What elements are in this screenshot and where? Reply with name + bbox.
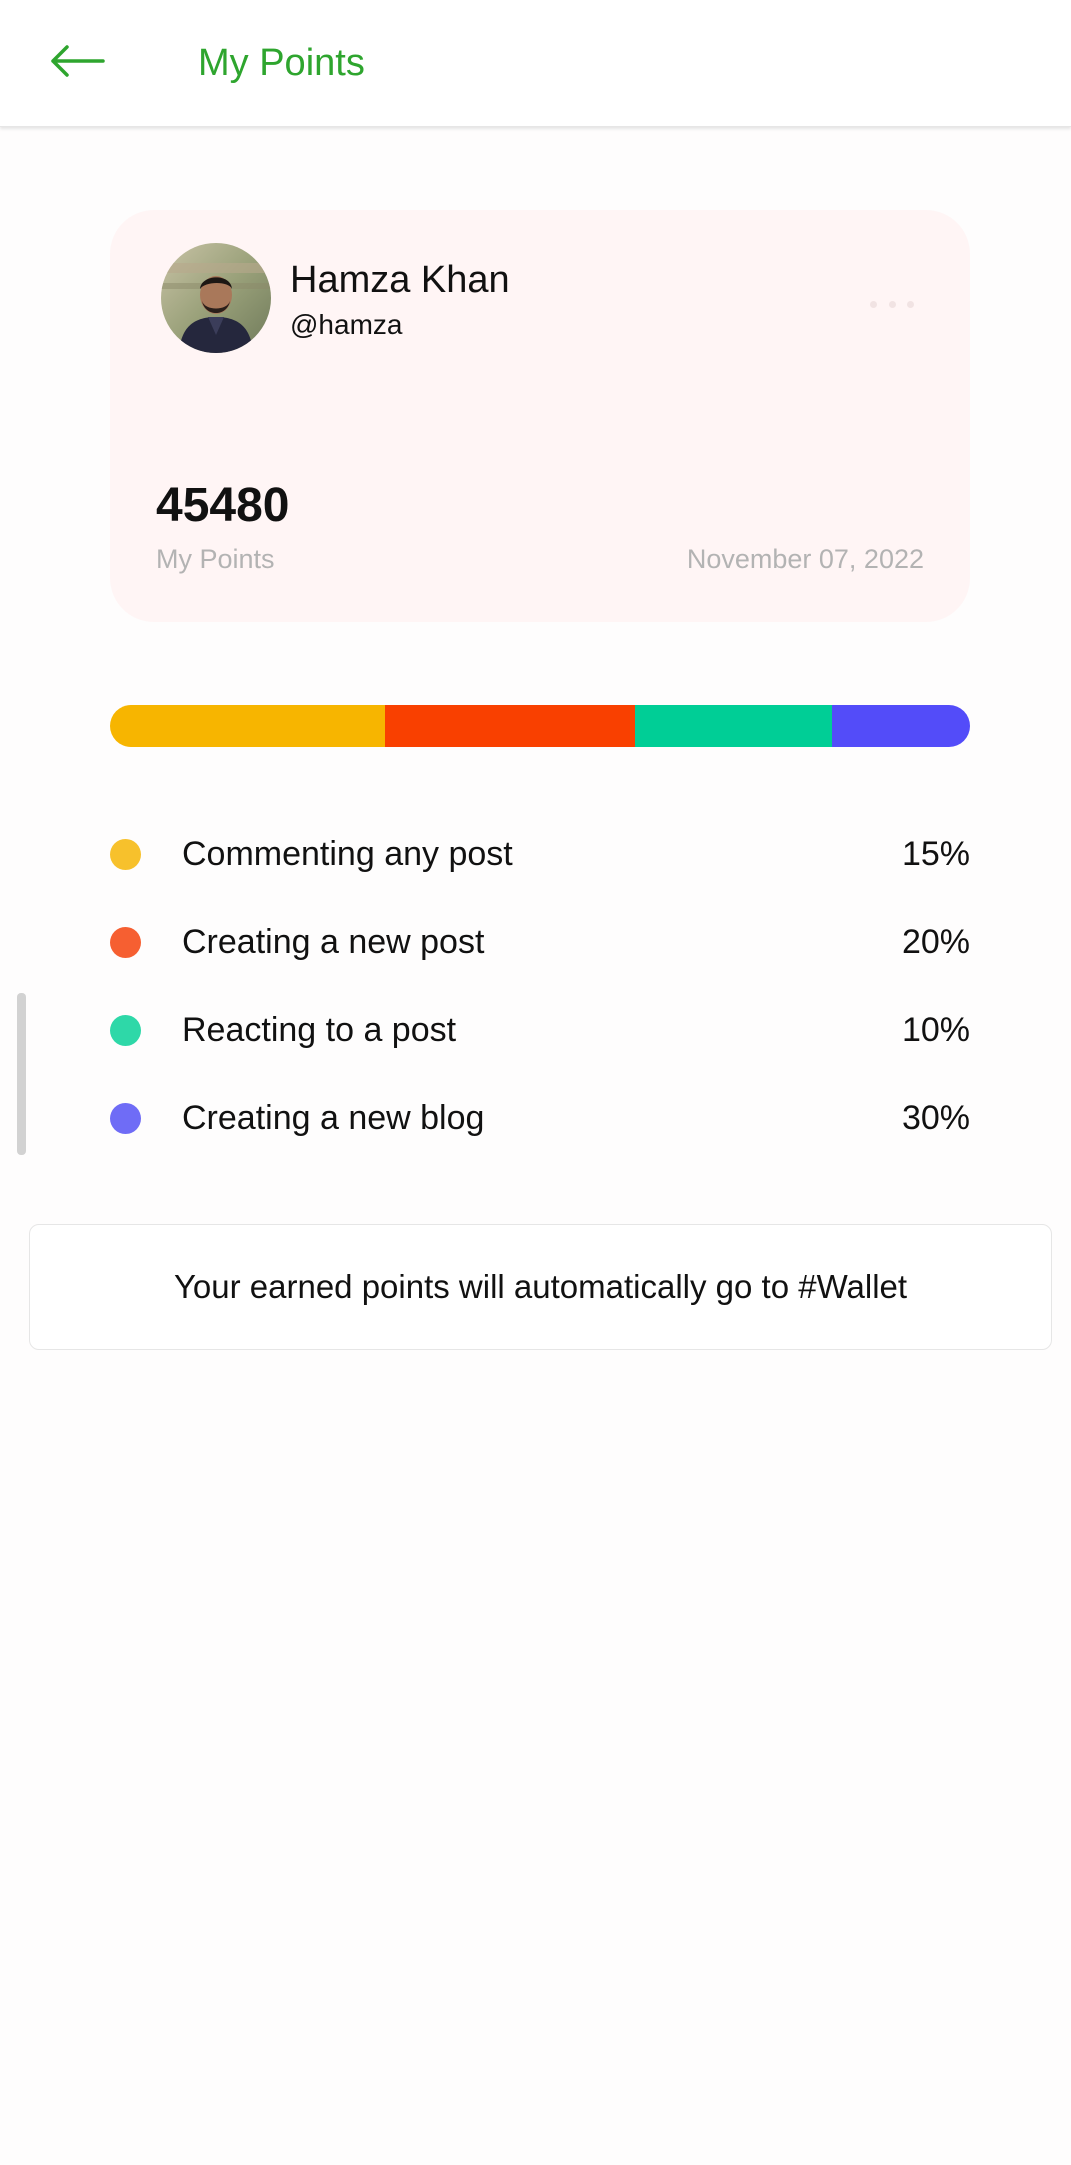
legend-percent: 20% <box>901 923 970 961</box>
progress-segment-4 <box>832 705 970 747</box>
progress-segment-3 <box>634 705 833 747</box>
progress-segment-2 <box>385 705 635 747</box>
more-horizontal-icon-dot <box>888 300 896 308</box>
wallet-info-text: Your earned points will automatically go… <box>173 1268 908 1305</box>
points-value: 45480 <box>156 479 290 532</box>
arrow-left-icon <box>51 45 105 77</box>
more-horizontal-icon-dot <box>907 300 914 308</box>
app-bar: My Points <box>0 0 1071 127</box>
legend-item: Creating a new blog 30% <box>110 1088 970 1148</box>
legend-label: Creating a new blog <box>182 1099 485 1137</box>
avatar[interactable] <box>161 243 271 353</box>
legend-label: Reacting to a post <box>182 1011 457 1049</box>
points-distribution-bar <box>110 705 970 747</box>
progress-segment-1 <box>110 705 386 747</box>
points-label: My Points <box>156 544 275 574</box>
back-button[interactable] <box>44 34 110 88</box>
more-options-button[interactable] <box>870 292 914 316</box>
user-name: Hamza Khan <box>290 259 510 301</box>
legend-percent: 15% <box>901 835 970 873</box>
legend-label: Commenting any post <box>182 835 513 873</box>
legend-dot <box>110 1014 141 1046</box>
scrollbar[interactable] <box>17 993 26 1155</box>
legend-item: Creating a new post 20% <box>110 912 970 972</box>
user-avatar-icon <box>161 243 271 353</box>
legend-dot <box>110 1102 141 1134</box>
more-horizontal-icon <box>870 300 877 308</box>
my-points-screen: My Points Hamza Khan @hamza 45480 My Poi… <box>0 0 1071 2165</box>
legend-label: Creating a new post <box>182 923 485 961</box>
legend-item: Reacting to a post 10% <box>110 1000 970 1060</box>
legend-percent: 10% <box>901 1011 970 1049</box>
legend-dot <box>110 926 141 958</box>
legend-dot <box>110 838 141 870</box>
points-date: November 07, 2022 <box>686 544 924 574</box>
legend-item: Commenting any post 15% <box>110 824 970 884</box>
legend-percent: 30% <box>901 1099 970 1137</box>
wallet-info-box: Your earned points will automatically go… <box>29 1224 1052 1350</box>
page-title: My Points <box>198 42 365 84</box>
points-card: Hamza Khan @hamza 45480 My Points Novemb… <box>110 210 970 622</box>
user-handle: @hamza <box>290 309 403 340</box>
